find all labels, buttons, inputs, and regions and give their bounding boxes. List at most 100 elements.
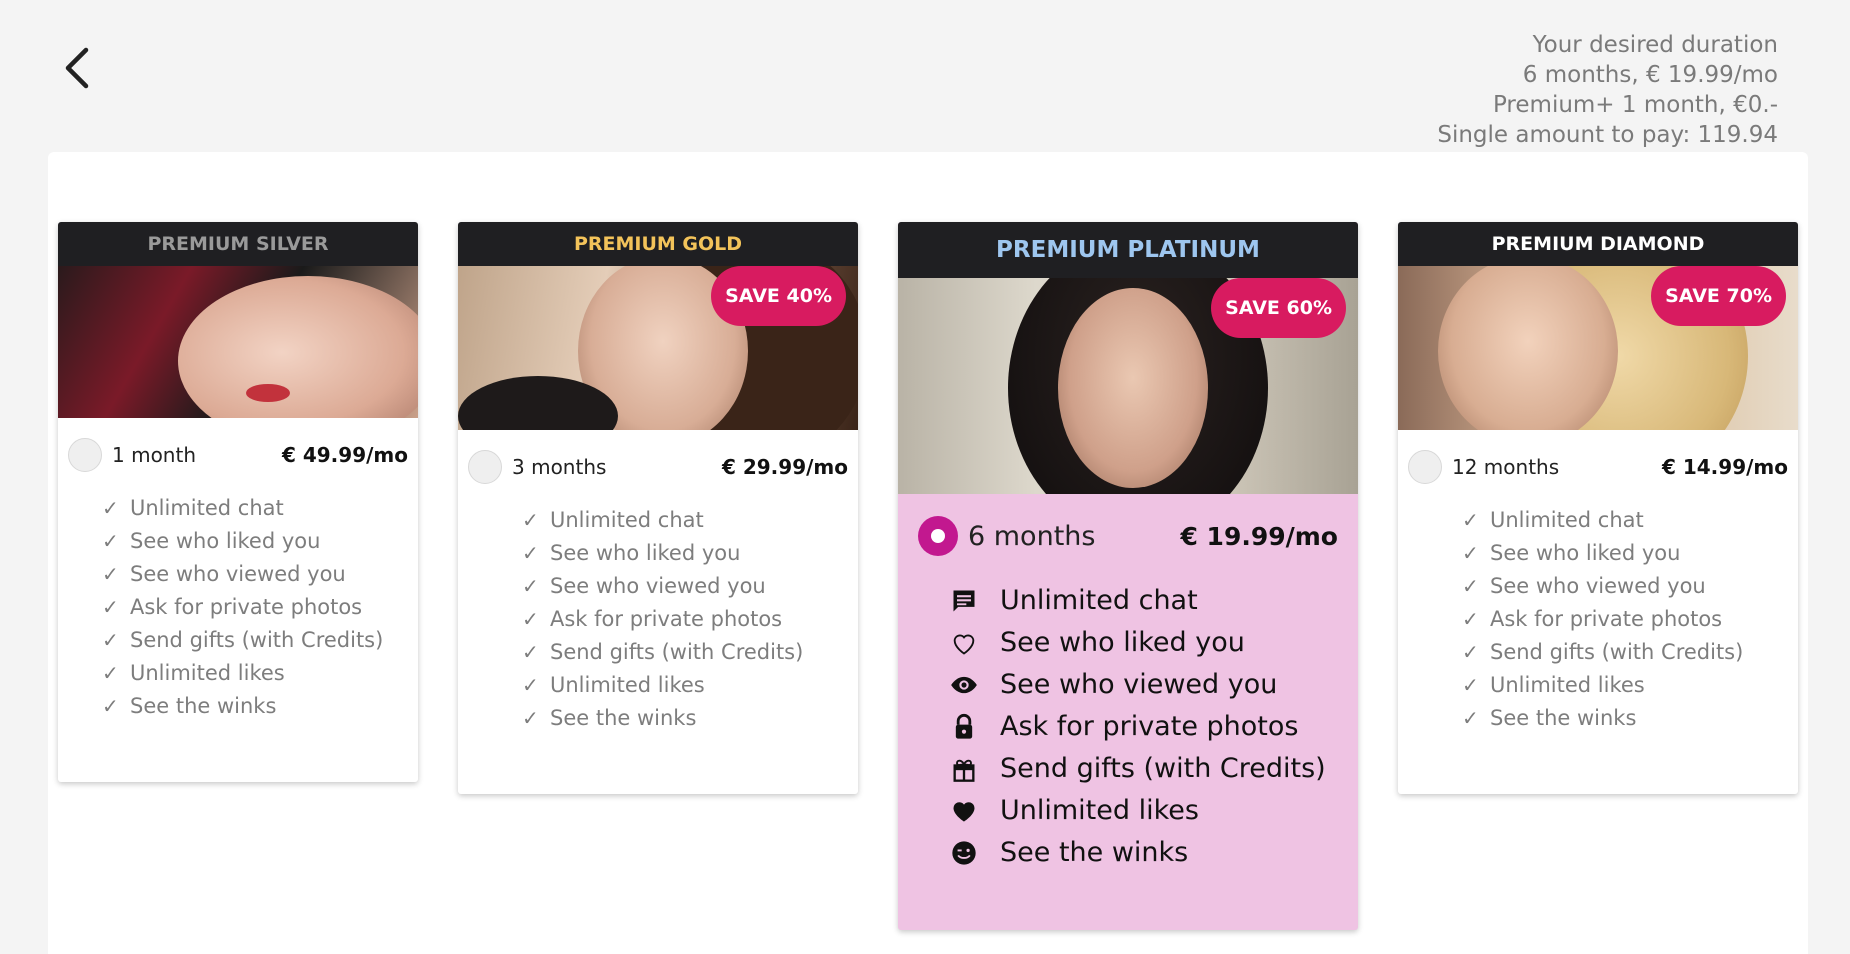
feature-label: See who viewed you: [1490, 574, 1706, 598]
feature-label: Unlimited likes: [1000, 795, 1199, 826]
list-item: Ask for private photos: [950, 706, 1358, 748]
check-icon: ✓: [1462, 673, 1479, 697]
heart-outline-icon: [950, 629, 1000, 657]
gift-icon: [950, 755, 1000, 783]
feature-list: ✓ Unlimited chat ✓ See who liked you ✓ See …: [458, 504, 858, 735]
save-badge: SAVE 70%: [1651, 266, 1786, 326]
feature-label: See who viewed you: [130, 562, 346, 586]
feature-label: Send gifts (with Credits): [130, 628, 384, 652]
feature-label: Ask for private photos: [130, 595, 363, 619]
feature-label: Ask for private photos: [1490, 607, 1723, 631]
plan-duration: 1 month: [112, 443, 196, 467]
plan-title: PREMIUM DIAMOND: [1398, 222, 1798, 266]
plan-title: PREMIUM PLATINUM: [898, 222, 1358, 278]
plan-card-silver[interactable]: PREMIUM SILVER 1 month € 49.99/mo ✓ Unlim…: [58, 222, 418, 782]
plan-duration: 6 months: [968, 520, 1096, 552]
feature-label: Send gifts (with Credits): [1490, 640, 1744, 664]
check-icon: ✓: [522, 574, 539, 598]
list-item: ✓ Unlimited likes: [1462, 669, 1798, 702]
chevron-left-icon: [65, 47, 89, 89]
radio-dot: [931, 529, 945, 543]
plan-card-gold[interactable]: PREMIUM GOLD SAVE 40% 3 months € 29.99/m…: [458, 222, 858, 794]
feature-label: See who liked you: [1490, 541, 1681, 565]
check-icon: ✓: [522, 607, 539, 631]
save-badge: SAVE 60%: [1211, 278, 1346, 338]
feature-label: Send gifts (with Credits): [550, 640, 804, 664]
check-icon: ✓: [1462, 640, 1479, 664]
check-icon: ✓: [1462, 508, 1479, 532]
heart-icon: [950, 797, 1000, 825]
plan-radio[interactable]: [468, 450, 502, 484]
check-icon: ✓: [522, 508, 539, 532]
back-button[interactable]: [58, 44, 98, 92]
feature-label: See who viewed you: [1000, 669, 1278, 700]
feature-label: Unlimited likes: [130, 661, 285, 685]
feature-label: Unlimited chat: [550, 508, 704, 532]
plan-select-row[interactable]: 6 months € 19.99/mo: [898, 494, 1358, 578]
summary-bonus: Premium+ 1 month, €0.-: [1492, 92, 1778, 118]
feature-label: See the winks: [130, 694, 277, 718]
list-item: ✓ See who liked you: [102, 525, 418, 558]
list-item: ✓ Unlimited chat: [522, 504, 858, 537]
plan-select-row[interactable]: 3 months € 29.99/mo: [458, 430, 858, 504]
eye-icon: [950, 671, 1000, 699]
list-item: ✓ See the winks: [1462, 702, 1798, 735]
plan-radio-selected[interactable]: [918, 516, 958, 556]
list-item: Unlimited chat: [950, 580, 1358, 622]
list-item: ✓ Ask for private photos: [1462, 603, 1798, 636]
feature-label: Send gifts (with Credits): [1000, 753, 1326, 784]
plan-price: € 29.99/mo: [721, 455, 848, 479]
plan-price: € 19.99/mo: [1180, 521, 1338, 551]
feature-label: Unlimited chat: [130, 496, 284, 520]
feature-label: Unlimited chat: [1490, 508, 1644, 532]
plan-photo: [58, 266, 418, 418]
check-icon: ✓: [1462, 706, 1479, 730]
feature-label: See the winks: [1490, 706, 1637, 730]
lock-icon: [950, 713, 1000, 741]
plan-card-diamond[interactable]: PREMIUM DIAMOND SAVE 70% 12 months € 14.…: [1398, 222, 1798, 794]
plan-duration: 3 months: [512, 455, 607, 479]
feature-label: Ask for private photos: [550, 607, 783, 631]
chat-icon: [950, 587, 1000, 615]
order-summary: Your desired duration 6 months, € 19.99/…: [1437, 30, 1778, 150]
check-icon: ✓: [102, 694, 119, 718]
list-item: ✓ See who liked you: [1462, 537, 1798, 570]
list-item: See who viewed you: [950, 664, 1358, 706]
list-item: ✓ Unlimited chat: [1462, 504, 1798, 537]
plan-radio[interactable]: [68, 438, 102, 472]
list-item: ✓ Unlimited likes: [102, 657, 418, 690]
list-item: See who liked you: [950, 622, 1358, 664]
plan-select-row[interactable]: 12 months € 14.99/mo: [1398, 430, 1798, 504]
list-item: See the winks: [950, 832, 1358, 874]
list-item: ✓ Unlimited likes: [522, 669, 858, 702]
plan-radio[interactable]: [1408, 450, 1442, 484]
list-item: ✓ See the winks: [522, 702, 858, 735]
list-item: Unlimited likes: [950, 790, 1358, 832]
feature-label: See who liked you: [550, 541, 741, 565]
check-icon: ✓: [102, 562, 119, 586]
plan-price: € 49.99/mo: [281, 443, 408, 467]
check-icon: ✓: [522, 541, 539, 565]
list-item: ✓ Ask for private photos: [102, 591, 418, 624]
feature-label: Unlimited chat: [1000, 585, 1198, 616]
list-item: ✓ See who liked you: [522, 537, 858, 570]
list-item: ✓ Unlimited chat: [102, 492, 418, 525]
feature-label: See the winks: [1000, 837, 1189, 868]
plan-select-row[interactable]: 1 month € 49.99/mo: [58, 418, 418, 492]
list-item: ✓ See who viewed you: [102, 558, 418, 591]
feature-label: Unlimited likes: [1490, 673, 1645, 697]
list-item: ✓ Send gifts (with Credits): [102, 624, 418, 657]
check-icon: ✓: [1462, 607, 1479, 631]
feature-label: Ask for private photos: [1000, 711, 1299, 742]
check-icon: ✓: [522, 706, 539, 730]
check-icon: ✓: [102, 628, 119, 652]
list-item: ✓ See who viewed you: [1462, 570, 1798, 603]
summary-total: Single amount to pay: 119.94: [1437, 122, 1778, 148]
summary-duration: 6 months, € 19.99/mo: [1522, 62, 1778, 88]
feature-label: See who liked you: [130, 529, 321, 553]
list-item: ✓ Ask for private photos: [522, 603, 858, 636]
check-icon: ✓: [102, 661, 119, 685]
feature-list: ✓ Unlimited chat ✓ See who liked you ✓ See …: [1398, 504, 1798, 735]
plan-card-platinum[interactable]: PREMIUM PLATINUM SAVE 60% 6 months € 19.…: [898, 222, 1358, 930]
check-icon: ✓: [1462, 541, 1479, 565]
